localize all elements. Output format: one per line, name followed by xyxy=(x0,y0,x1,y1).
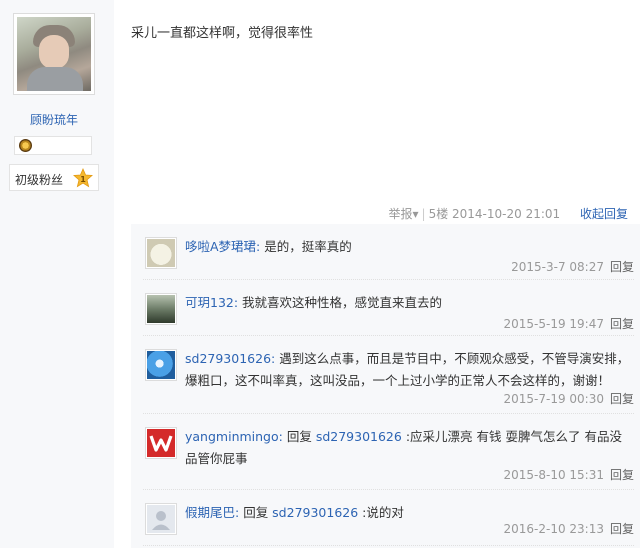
reply-item: 假期尾巴: 回复 sd279301626 :说的对 2016-2-10 23:1… xyxy=(143,490,634,546)
chevron-down-icon: ▾ xyxy=(412,207,419,221)
username-link[interactable]: 顾盼琉年 xyxy=(0,111,108,128)
reply-meta: 2015-7-19 00:30 回复 xyxy=(503,390,634,407)
fan-level-badge[interactable]: 初级粉丝 1 xyxy=(9,164,99,191)
reply-button[interactable]: 回复 xyxy=(610,317,634,331)
reply-mention-link[interactable]: sd279301626 xyxy=(272,505,358,520)
user-avatar[interactable] xyxy=(13,13,95,95)
reply-username[interactable]: 可玥132: xyxy=(185,295,238,310)
reply-username[interactable]: 假期尾巴: xyxy=(185,505,239,520)
post-content: 采儿一直都这样啊，觉得很率性 xyxy=(131,26,314,41)
level-star-icon: 1 xyxy=(73,168,93,188)
reply-list: 哆啦A梦珺珺: 是的，挺率真的 2015-3-7 08:27 回复 可玥132: … xyxy=(131,224,640,548)
reply-item: 可玥132: 我就喜欢这种性格，感觉直来直去的 2015-5-19 19:47 回… xyxy=(143,280,634,336)
reply-username[interactable]: 哆啦A梦珺珺: xyxy=(185,239,260,254)
post-meta: 举报▾ | 5楼 2014-10-20 21:01 收起回复 xyxy=(388,207,628,221)
medal-icon[interactable] xyxy=(19,139,32,152)
reply-item: 哆啦A梦珺珺: 是的，挺率真的 2015-3-7 08:27 回复 xyxy=(143,224,634,280)
reply-meta: 2015-5-19 19:47 回复 xyxy=(503,315,634,332)
reply-meta: 2015-8-10 15:31 回复 xyxy=(503,466,634,483)
reply-prefix: 回复 xyxy=(282,429,316,444)
reply-content: sd279301626: 遇到这么点事，而且是节目中，不顾观众感受，不管导演安排… xyxy=(185,348,631,392)
medal-box xyxy=(14,136,92,155)
report-link[interactable]: 举报▾ xyxy=(388,207,418,221)
reply-content: 哆啦A梦珺珺: 是的，挺率真的 xyxy=(185,236,631,258)
reply-prefix: 回复 xyxy=(239,505,273,520)
reply-time: 2015-3-7 08:27 xyxy=(511,260,604,274)
reply-text: :说的对 xyxy=(358,505,404,520)
reply-button[interactable]: 回复 xyxy=(610,468,634,482)
post-floor-time: 5楼 2014-10-20 21:01 xyxy=(428,207,561,221)
reply-button[interactable]: 回复 xyxy=(610,260,634,274)
weibo-w-icon xyxy=(149,435,173,452)
reply-content: 可玥132: 我就喜欢这种性格，感觉直来直去的 xyxy=(185,292,631,314)
reply-avatar[interactable] xyxy=(145,293,177,325)
reply-time: 2016-2-10 23:13 xyxy=(503,522,604,536)
reply-item: yangminmingo: 回复 sd279301626 :应采儿漂亮 有钱 耍… xyxy=(143,414,634,490)
fan-level-label: 初级粉丝 xyxy=(15,173,64,187)
reply-button[interactable]: 回复 xyxy=(610,392,634,406)
reply-meta: 2016-2-10 23:13 回复 xyxy=(503,520,634,537)
collapse-replies-link[interactable]: 收起回复 xyxy=(580,207,628,221)
reply-content: yangminmingo: 回复 sd279301626 :应采儿漂亮 有钱 耍… xyxy=(185,426,631,470)
avatar-image xyxy=(17,17,91,91)
reply-item: sd279301626: 遇到这么点事，而且是节目中，不顾观众感受，不管导演安排… xyxy=(143,336,634,414)
reply-username[interactable]: yangminmingo: xyxy=(185,429,283,444)
reply-avatar[interactable] xyxy=(145,349,177,381)
default-avatar-icon xyxy=(152,511,170,530)
reply-text: 是的，挺率真的 xyxy=(260,239,352,254)
reply-username[interactable]: sd279301626: xyxy=(185,351,275,366)
reply-avatar[interactable] xyxy=(145,237,177,269)
reply-text: 我就喜欢这种性格，感觉直来直去的 xyxy=(238,295,443,310)
reply-meta: 2015-3-7 08:27 回复 xyxy=(511,258,634,275)
level-number: 1 xyxy=(80,175,86,184)
reply-button[interactable]: 回复 xyxy=(610,522,634,536)
reply-time: 2015-5-19 19:47 xyxy=(503,317,604,331)
user-sidebar: 顾盼琉年 初级粉丝 1 xyxy=(0,0,114,548)
reply-mention-link[interactable]: sd279301626 xyxy=(316,429,402,444)
reply-time: 2015-8-10 15:31 xyxy=(503,468,604,482)
reply-avatar[interactable] xyxy=(145,427,177,459)
reply-time: 2015-7-19 00:30 xyxy=(503,392,604,406)
reply-avatar[interactable] xyxy=(145,503,177,535)
